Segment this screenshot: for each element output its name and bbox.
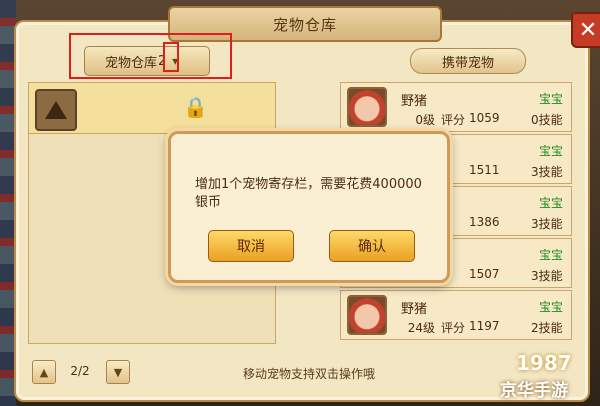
confirm-dialog: 增加1个宠物寄存栏，需要花费400000银币 取消 确认 [168, 131, 450, 283]
storage-slot[interactable]: 🔒 [29, 83, 275, 134]
pet-level: 24级 [407, 321, 435, 335]
pet-score: 1059 [469, 111, 500, 125]
pet-type: 宝宝 [539, 196, 564, 210]
empty-slot-icon [35, 89, 77, 131]
annotation-highlight-box [69, 33, 232, 79]
watermark-logo: 京华手游 [500, 381, 568, 401]
close-icon: ✕ [578, 17, 598, 43]
pet-score: 1511 [469, 163, 500, 177]
carry-pets-button[interactable]: 携带宠物 [410, 48, 526, 74]
pet-row[interactable]: 野猪 24级 评分 1197 宝宝 2技能 [340, 290, 572, 340]
annotation-highlight-number [163, 42, 179, 72]
pet-level: 0级 [415, 113, 435, 127]
pet-name: 野猪 [401, 94, 428, 109]
page-up-button[interactable]: ▲ [32, 360, 56, 384]
pet-skills: 3技能 [531, 217, 563, 231]
pet-type: 宝宝 [539, 300, 564, 314]
pet-skills: 2技能 [531, 321, 563, 335]
window-title: 宠物仓库 [272, 15, 337, 34]
chevron-up-icon: ▲ [39, 365, 49, 379]
close-button[interactable]: ✕ [571, 12, 600, 48]
pet-name: 野猪 [401, 302, 428, 317]
pet-score-label: 评分 [441, 321, 466, 335]
pet-skills: 0技能 [531, 113, 563, 127]
cancel-button[interactable]: 取消 [208, 230, 294, 262]
pet-score: 1197 [469, 319, 500, 333]
carry-pets-label: 携带宠物 [441, 55, 494, 71]
pet-skills: 3技能 [531, 165, 563, 179]
lock-icon: 🔒 [183, 95, 208, 119]
watermark-number: 1987 [516, 351, 572, 375]
pet-score-label: 评分 [441, 113, 466, 127]
pet-type: 宝宝 [539, 144, 564, 158]
pet-row[interactable]: 野猪 0级 评分 1059 宝宝 0技能 [340, 82, 572, 132]
dialog-message: 增加1个宠物寄存栏，需要花费400000银币 [195, 177, 422, 210]
confirm-button[interactable]: 确认 [329, 230, 415, 262]
chevron-down-icon: ▼ [113, 365, 123, 379]
pet-type: 宝宝 [539, 248, 564, 262]
page-indicator: 2/2 [70, 364, 90, 378]
page-down-button[interactable]: ▼ [106, 360, 130, 384]
pet-type: 宝宝 [539, 92, 564, 106]
pet-score: 1386 [469, 215, 500, 229]
hint-text: 移动宠物支持双击操作哦 [243, 367, 376, 381]
pet-score: 1507 [469, 267, 500, 281]
pet-skills: 3技能 [531, 269, 563, 283]
